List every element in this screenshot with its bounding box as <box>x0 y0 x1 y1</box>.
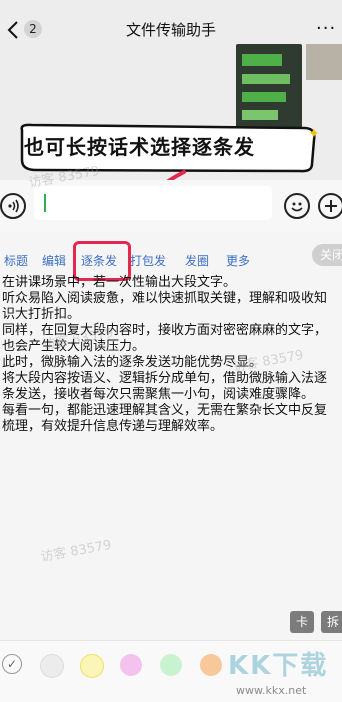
check-icon[interactable]: ✓ <box>2 654 22 674</box>
close-button[interactable]: 关闭 <box>312 244 342 266</box>
tool-post-moments[interactable]: 发圈 <box>185 253 209 269</box>
tool-edit[interactable]: 编辑 <box>42 253 66 269</box>
content-line[interactable]: 每看一句，都能迅速理解其含义，无需在繁杂长文中反复梳理，有效提升信息传递与理解效… <box>2 403 336 435</box>
content-line[interactable]: 将大段内容按语义、逻辑拆分成单句，借助微脉输入法逐条发送，接收者每次只需聚焦一小… <box>2 371 336 403</box>
chat-title: 文件传输助手 <box>125 21 216 39</box>
site-url: www.kkx.net <box>236 684 307 697</box>
plus-icon[interactable] <box>318 193 342 219</box>
text-cursor <box>44 194 46 212</box>
color-swatch-pink[interactable] <box>120 654 142 676</box>
emoji-icon[interactable] <box>284 193 310 219</box>
tool-pack-send[interactable]: 打包发 <box>130 253 166 269</box>
site-logo: KK下载 <box>228 651 329 681</box>
card-button[interactable]: 卡 <box>290 611 314 633</box>
voice-input-icon[interactable] <box>0 193 26 219</box>
tool-title[interactable]: 标题 <box>4 253 28 269</box>
sparkle-icon: ✦ <box>308 126 320 142</box>
split-button[interactable]: 拆 <box>321 611 342 633</box>
chat-photo-thumbnail[interactable] <box>306 44 342 80</box>
color-swatch-gray[interactable] <box>40 654 64 678</box>
color-swatch-yellow[interactable] <box>80 654 104 678</box>
tool-more[interactable]: 更多 <box>226 253 250 269</box>
color-swatch-green[interactable] <box>160 654 182 676</box>
content-line[interactable]: 听众易陷入阅读疲惫，难以快速抓取关键，理解和吸收知识大打折扣。 <box>2 291 336 323</box>
message-input[interactable] <box>34 186 272 220</box>
more-options-icon[interactable]: ··· <box>316 20 336 38</box>
callout-text: 也可长按话术选择逐条发 <box>24 135 255 159</box>
color-swatch-orange[interactable] <box>200 654 222 676</box>
content-line[interactable]: 在讲课场景中，若一次性输出大段文字。 <box>2 275 336 291</box>
